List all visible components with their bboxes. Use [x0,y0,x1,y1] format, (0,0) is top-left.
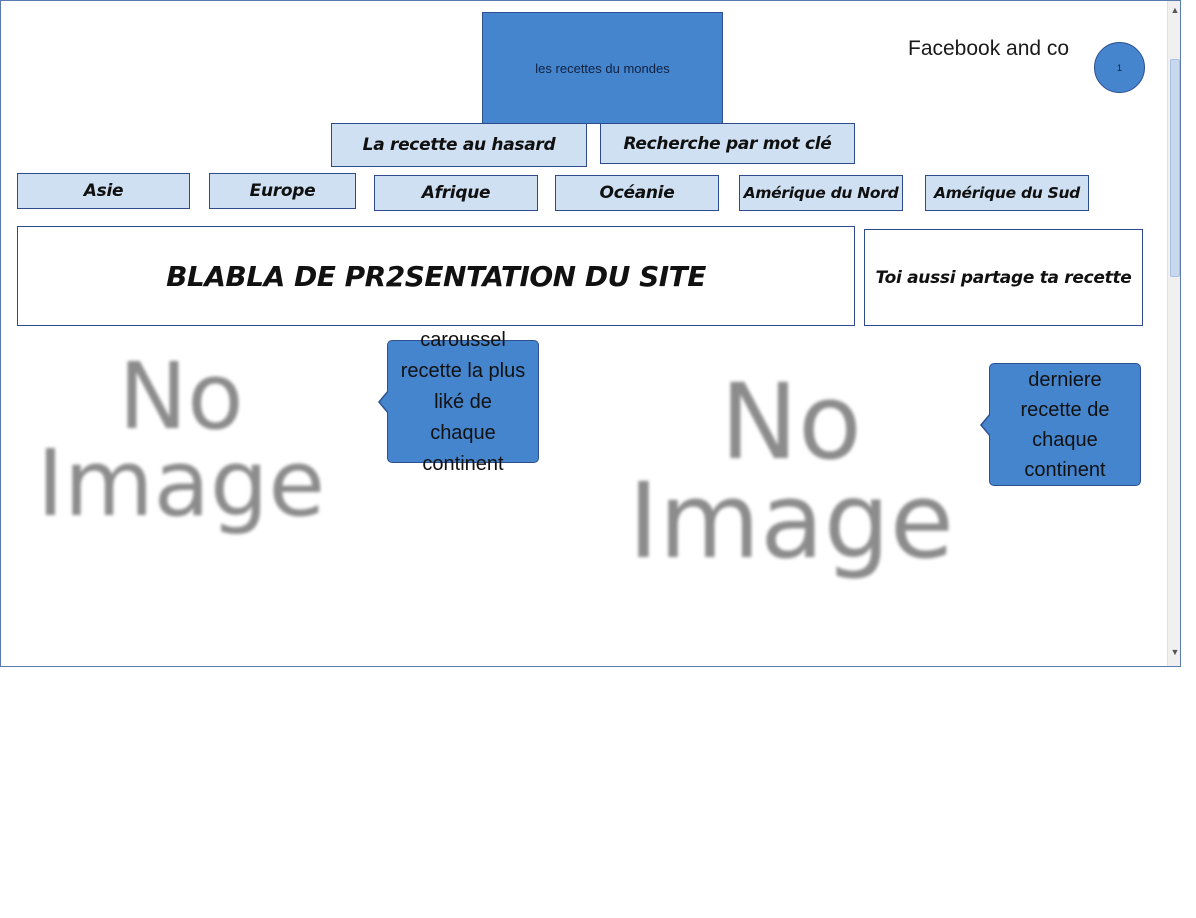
site-logo[interactable]: les recettes du mondes [482,12,723,124]
random-recipe-button[interactable]: La recette au hasard [331,123,587,167]
social-links-label[interactable]: Facebook and co [908,37,1069,61]
continent-label: Amérique du Nord [743,184,899,202]
callout-line: chaque [430,422,496,444]
no-image-line1: No [118,343,244,450]
continent-label: Amérique du Sud [934,184,1080,202]
continent-label: Europe [249,181,316,201]
scroll-up-icon[interactable]: ▲ [1168,3,1180,17]
no-image-placeholder-latest: No Image [611,361,971,582]
continent-button-oceanie[interactable]: Océanie [555,175,719,211]
random-recipe-label: La recette au hasard [362,135,556,155]
no-image-line1: No [720,361,862,483]
continent-label: Asie [83,181,124,201]
continent-button-europe[interactable]: Europe [209,173,356,209]
carousel-callout: caroussel recette la plus liké de chaque… [387,329,539,475]
vertical-scrollbar[interactable]: ▲ ▼ [1167,1,1180,666]
share-recipe-label: Toi aussi partage ta recette [875,267,1132,288]
presentation-title: BLABLA DE PR2SENTATION DU SITE [166,259,706,293]
callout-line: chaque [1032,428,1098,451]
callout-line: continent [422,453,504,475]
scroll-thumb[interactable] [1170,59,1180,277]
share-recipe-button[interactable]: Toi aussi partage ta recette [864,229,1143,326]
continent-button-asie[interactable]: Asie [17,173,190,209]
callout-line: liké de [434,391,492,413]
continent-button-afrique[interactable]: Afrique [374,175,538,211]
callout-line: caroussel [420,329,506,351]
latest-recipe-callout: derniere recette de chaque continent [989,363,1141,486]
callout-line: derniere [1028,368,1102,391]
no-image-placeholder-carousel: No Image [21,343,341,538]
continent-label: Afrique [421,183,491,203]
callout-line: continent [1024,458,1106,481]
keyword-search-button[interactable]: Recherche par mot clé [600,123,855,164]
keyword-search-label: Recherche par mot clé [623,133,832,154]
callout-line: recette de [1020,398,1110,421]
callout-line: recette la plus [400,360,526,382]
continent-button-amerique-du-sud[interactable]: Amérique du Sud [925,175,1089,211]
page-frame: les recettes du mondes Facebook and co 1… [0,0,1181,667]
no-image-line2: Image [628,459,954,582]
site-presentation: BLABLA DE PR2SENTATION DU SITE [17,226,855,326]
social-badge-text: 1 [1116,62,1122,73]
no-image-line2: Image [36,430,326,538]
scroll-down-icon[interactable]: ▼ [1168,645,1180,659]
social-badge[interactable]: 1 [1094,42,1145,93]
continent-button-amerique-du-nord[interactable]: Amérique du Nord [739,175,903,211]
continent-label: Océanie [599,183,675,203]
site-logo-text: les recettes du mondes [535,60,670,76]
